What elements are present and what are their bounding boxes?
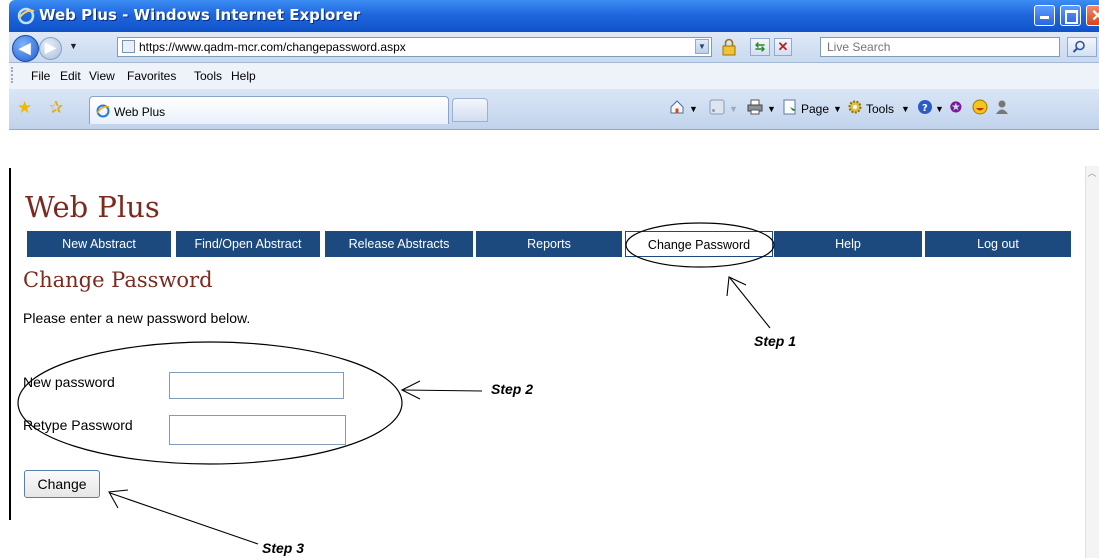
address-dropdown-icon[interactable]: ▼	[695, 39, 709, 54]
tools-dropdown-icon[interactable]: ▼	[901, 104, 910, 114]
help-dropdown-icon[interactable]: ▼	[935, 104, 944, 114]
site-logo: Web Plus	[25, 190, 160, 224]
search-input[interactable]	[821, 38, 1053, 56]
menu-view[interactable]: View	[89, 69, 115, 83]
step3-arrow	[109, 492, 259, 545]
page-icon	[122, 40, 135, 53]
nav-help[interactable]: Help	[774, 231, 924, 257]
instructions-text: Please enter a new password below.	[23, 310, 251, 326]
site-nav: New Abstract Find/Open Abstract Release …	[27, 231, 1071, 257]
retype-password-label: Retype Password	[23, 417, 133, 433]
page-dropdown-icon[interactable]: ▼	[833, 104, 842, 114]
maximize-button[interactable]	[1060, 5, 1081, 26]
help-icon[interactable]: ?	[917, 99, 933, 115]
scroll-up-icon[interactable]: ︿	[1085, 166, 1099, 182]
menu-edit[interactable]: Edit	[60, 69, 81, 83]
step2-label: Step 2	[491, 381, 534, 397]
page-frame-edge	[9, 168, 11, 520]
svg-text:?: ?	[922, 103, 928, 114]
step1-label: Step 1	[754, 333, 797, 349]
favorites-center-icon[interactable]: ★	[17, 98, 32, 118]
step3-arrowhead	[108, 489, 129, 509]
add-favorites-icon[interactable]: ✰	[49, 98, 63, 118]
search-icon	[1072, 40, 1085, 53]
minimize-icon	[1040, 16, 1049, 19]
close-window-button[interactable]: ✕	[1086, 5, 1099, 26]
smiley-icon[interactable]	[972, 99, 988, 115]
step3-label: Step 3	[262, 540, 305, 556]
live-search-field[interactable]	[820, 37, 1060, 57]
search-button[interactable]	[1067, 37, 1097, 57]
nav-new-abstract[interactable]: New Abstract	[27, 231, 173, 257]
refresh-icon: ⇆	[754, 40, 766, 54]
menu-tools[interactable]: Tools	[194, 69, 222, 83]
change-button[interactable]: Change	[24, 470, 100, 498]
nav-find-open-abstract[interactable]: Find/Open Abstract	[176, 231, 322, 257]
tab-web-plus[interactable]: Web Plus	[89, 96, 449, 124]
retype-password-field[interactable]	[169, 415, 346, 445]
step1-arrowhead	[726, 276, 747, 297]
menu-favorites[interactable]: Favorites	[127, 69, 176, 83]
messenger-icon[interactable]	[994, 99, 1010, 115]
menu-bar: File Edit View Favorites Tools Help	[9, 63, 1099, 90]
step1-arrow	[729, 277, 771, 329]
nav-log-out[interactable]: Log out	[925, 231, 1071, 257]
home-dropdown-icon[interactable]: ▼	[689, 104, 698, 114]
stop-button[interactable]: ✕	[774, 38, 792, 56]
tab-bar: ★ ✰ Web Plus ▼ ▼ ▼ Page ▼ Tools ▼ ? ▼ ✪	[9, 89, 1099, 130]
window-title-bar[interactable]: Web Plus - Windows Internet Explorer ✕	[9, 0, 1099, 32]
feeds-icon[interactable]	[709, 99, 725, 115]
maximize-icon	[1065, 10, 1078, 24]
page-title: Change Password	[23, 268, 213, 292]
internet-explorer-icon	[96, 104, 110, 118]
minimize-button[interactable]	[1034, 5, 1055, 26]
back-arrow-icon: ◀	[19, 40, 31, 57]
yahoo-icon[interactable]: ✪	[950, 99, 962, 116]
nav-reports[interactable]: Reports	[476, 231, 624, 257]
back-button[interactable]: ◀	[12, 35, 39, 62]
feeds-dropdown-icon[interactable]: ▼	[729, 104, 738, 114]
address-toolbar: ◀ ▶ ▼ https://www.qadm-mcr.com/changepas…	[9, 32, 1099, 63]
print-icon[interactable]	[747, 99, 763, 115]
page-menu[interactable]: Page	[801, 102, 829, 116]
new-password-label: New password	[23, 374, 115, 390]
home-icon[interactable]	[669, 99, 685, 115]
menu-file[interactable]: File	[31, 69, 50, 83]
vertical-scrollbar[interactable]	[1085, 166, 1099, 558]
forward-button[interactable]: ▶	[39, 37, 62, 60]
stop-icon: ✕	[777, 39, 789, 54]
lock-icon[interactable]	[720, 38, 738, 56]
new-tab-button[interactable]	[452, 98, 488, 122]
close-icon: ✕	[1091, 8, 1099, 25]
window-title: Web Plus - Windows Internet Explorer	[39, 6, 361, 24]
internet-explorer-icon	[17, 7, 35, 25]
toolbar-grip[interactable]	[11, 67, 16, 83]
url-text[interactable]: https://www.qadm-mcr.com/changepassword.…	[139, 40, 406, 54]
tools-menu[interactable]: Tools	[866, 102, 894, 116]
tools-gear-icon	[848, 100, 862, 114]
refresh-button[interactable]: ⇆	[750, 38, 770, 56]
step2-arrow	[402, 389, 483, 392]
new-password-field[interactable]	[169, 372, 344, 399]
nav-change-password[interactable]: Change Password	[625, 231, 773, 257]
forward-arrow-icon: ▶	[45, 39, 56, 55]
tab-label: Web Plus	[114, 105, 166, 119]
step2-circle	[17, 341, 403, 465]
page-menu-icon	[783, 99, 796, 115]
step2-arrowhead	[400, 380, 421, 400]
print-dropdown-icon[interactable]: ▼	[767, 104, 776, 114]
address-field[interactable]: https://www.qadm-mcr.com/changepassword.…	[117, 37, 712, 57]
recent-pages-dropdown-icon[interactable]: ▼	[69, 41, 78, 51]
nav-release-abstracts[interactable]: Release Abstracts	[325, 231, 475, 257]
menu-help[interactable]: Help	[231, 69, 256, 83]
